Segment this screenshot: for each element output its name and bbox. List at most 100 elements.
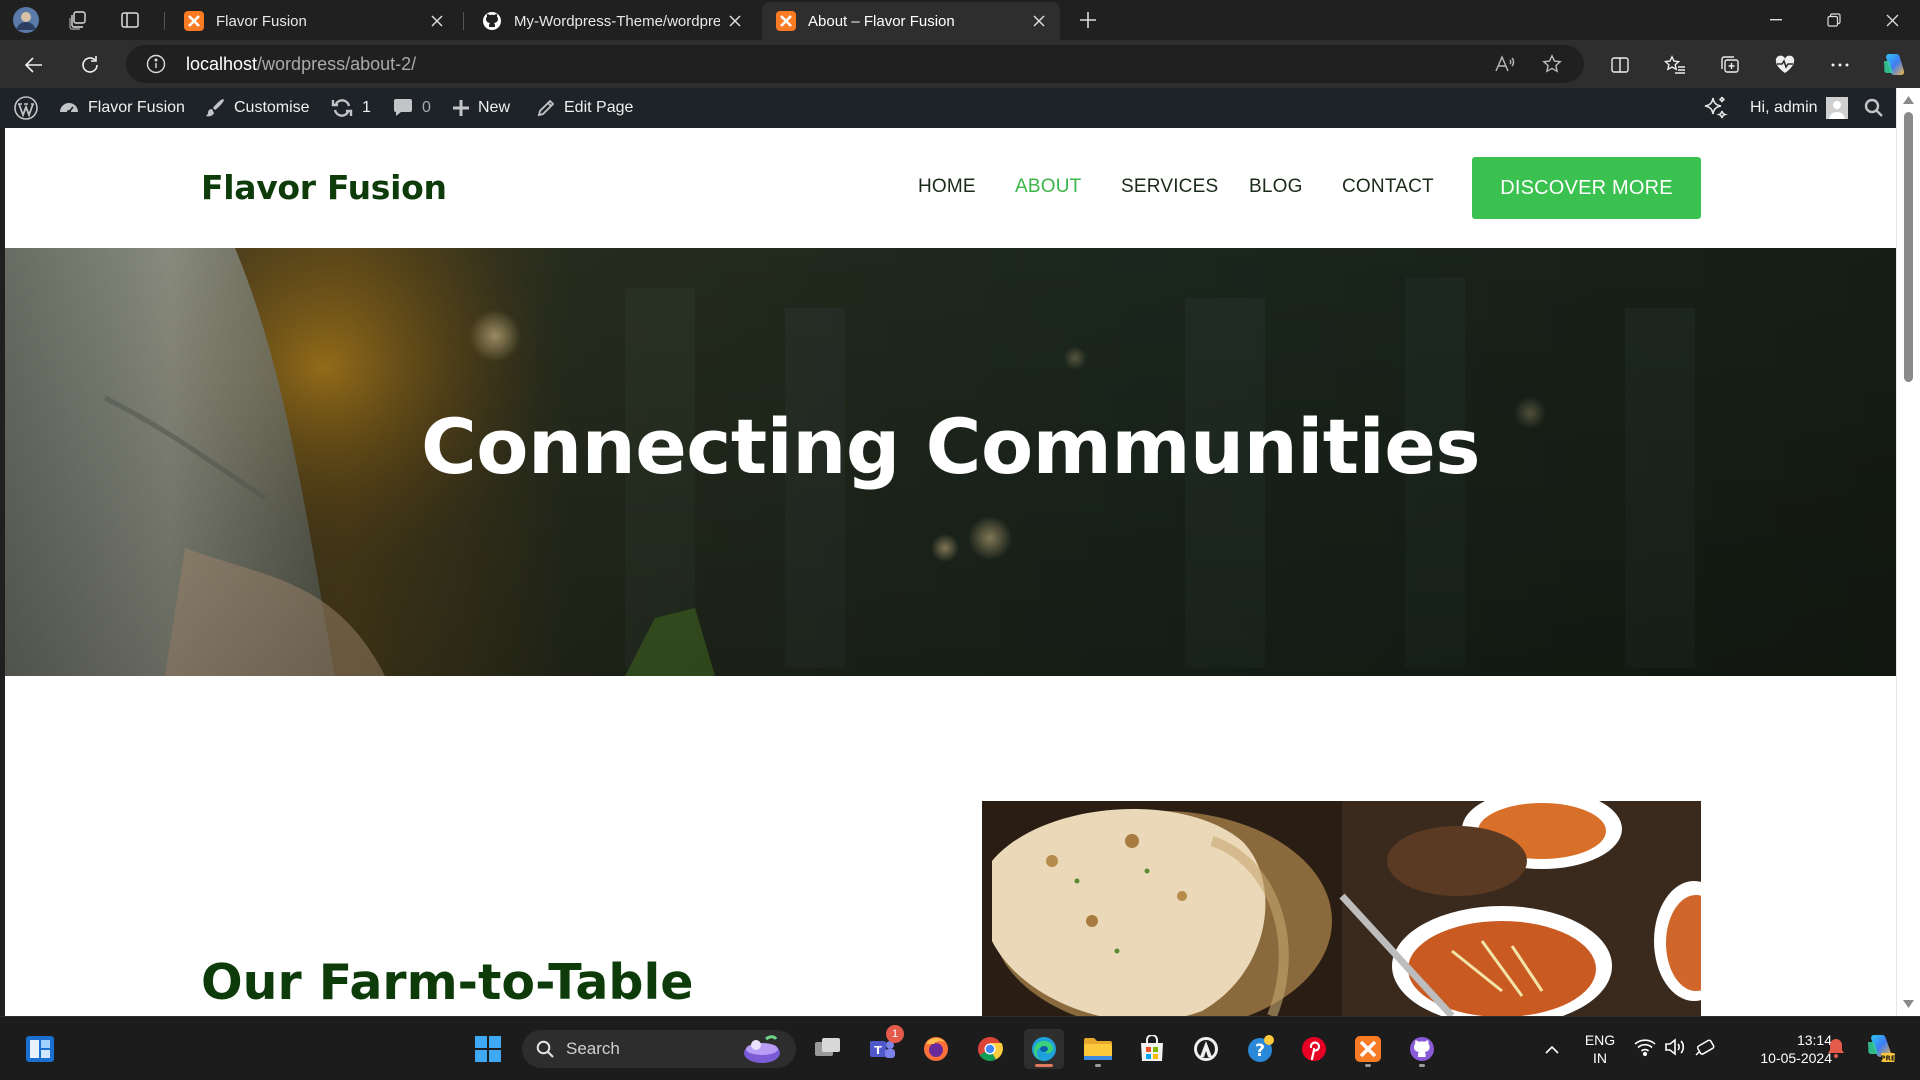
teams-badge: 1 bbox=[886, 1025, 904, 1043]
site-header: Flavor Fusion HOME ABOUT SERVICES BLOG C… bbox=[5, 128, 1896, 248]
ai-sparkle-icon[interactable] bbox=[1702, 88, 1736, 128]
copilot-icon[interactable] bbox=[1878, 49, 1910, 81]
page-viewport: Flavor Fusion HOME ABOUT SERVICES BLOG C… bbox=[5, 128, 1896, 1016]
file-explorer-icon[interactable] bbox=[1078, 1029, 1118, 1069]
menu-item-services[interactable]: SERVICES bbox=[1121, 176, 1218, 198]
back-icon[interactable] bbox=[18, 49, 50, 81]
user-avatar bbox=[1825, 97, 1848, 119]
close-tab-icon[interactable] bbox=[428, 12, 446, 30]
input-language[interactable]: ENG IN bbox=[1582, 1031, 1618, 1067]
taskbar-search-box[interactable]: Search bbox=[522, 1030, 796, 1068]
admin-customise[interactable]: Customise bbox=[204, 88, 310, 128]
discover-more-button[interactable]: DISCOVER MORE bbox=[1472, 157, 1701, 219]
admin-comments[interactable]: 0 bbox=[392, 88, 431, 128]
favorite-star-icon[interactable] bbox=[1542, 54, 1562, 79]
browser-tab-strip: Flavor Fusion My-Wordpress-Theme/wordpre… bbox=[0, 0, 1920, 40]
widgets-icon[interactable] bbox=[20, 1029, 60, 1069]
menu-item-contact[interactable]: CONTACT bbox=[1342, 176, 1434, 198]
tab-title: My-Wordpress-Theme/wordpres bbox=[514, 12, 720, 30]
read-aloud-icon[interactable] bbox=[1494, 54, 1516, 79]
wp-admin-bar: Flavor Fusion Customise 1 0 New Edit Pag… bbox=[0, 88, 1896, 128]
edge-icon[interactable] bbox=[1024, 1029, 1064, 1069]
close-tab-icon[interactable] bbox=[1030, 12, 1048, 30]
search-icon bbox=[536, 1040, 554, 1058]
admin-edit-page[interactable]: Edit Page bbox=[536, 88, 633, 128]
section-heading: Our Farm-to-Table bbox=[201, 954, 694, 1011]
close-window-icon[interactable] bbox=[1864, 0, 1920, 40]
svg-text:T: T bbox=[874, 1044, 882, 1057]
tab-github-repo[interactable]: My-Wordpress-Theme/wordpres bbox=[468, 2, 756, 40]
app-icon[interactable] bbox=[1186, 1029, 1226, 1069]
new-tab-icon[interactable] bbox=[1074, 6, 1102, 34]
admin-search-icon[interactable] bbox=[1864, 88, 1892, 128]
admin-updates[interactable]: 1 bbox=[330, 88, 371, 128]
menu-item-about[interactable]: ABOUT bbox=[1015, 176, 1081, 198]
search-label: Search bbox=[566, 1039, 620, 1058]
volume-icon[interactable] bbox=[1664, 1037, 1686, 1060]
tab-title: Flavor Fusion bbox=[216, 12, 307, 30]
menu-item-home[interactable]: HOME bbox=[918, 176, 976, 198]
page-scrollbar[interactable] bbox=[1896, 88, 1920, 1016]
xampp-icon bbox=[776, 11, 796, 31]
vertical-tabs-icon[interactable] bbox=[116, 6, 144, 34]
scroll-up-icon[interactable] bbox=[1903, 96, 1914, 104]
paintbrush-icon bbox=[206, 99, 224, 117]
admin-site-name[interactable]: Flavor Fusion bbox=[58, 88, 185, 128]
updates-icon bbox=[331, 99, 353, 117]
scroll-thumb[interactable] bbox=[1904, 112, 1913, 382]
collections-icon[interactable] bbox=[1714, 49, 1746, 81]
notifications-bell-icon[interactable] bbox=[1826, 1037, 1846, 1062]
microsoft-store-icon[interactable] bbox=[1132, 1029, 1172, 1069]
firefox-icon[interactable] bbox=[916, 1029, 956, 1069]
search-highlight-icon bbox=[744, 1035, 780, 1063]
xampp-icon[interactable] bbox=[1348, 1029, 1388, 1069]
windows-taskbar: Search T 1 ? ENG IN 13:14 10-05-2024 PRE bbox=[0, 1016, 1920, 1080]
windows-start-icon[interactable] bbox=[468, 1029, 508, 1069]
site-title[interactable]: Flavor Fusion bbox=[201, 168, 447, 207]
site-info-icon[interactable] bbox=[146, 54, 166, 79]
copilot-taskbar-icon[interactable]: PRE bbox=[1864, 1033, 1896, 1066]
plus-icon bbox=[453, 100, 469, 116]
tab-flavor-fusion[interactable]: Flavor Fusion bbox=[170, 2, 458, 40]
xampp-icon bbox=[184, 11, 204, 31]
reload-icon[interactable] bbox=[74, 49, 106, 81]
close-tab-icon[interactable] bbox=[726, 12, 744, 30]
url-text[interactable]: localhost/wordpress/about-2/ bbox=[186, 54, 416, 75]
task-view-icon[interactable] bbox=[808, 1029, 848, 1069]
workspaces-icon[interactable] bbox=[64, 6, 92, 34]
favorites-icon[interactable] bbox=[1659, 49, 1691, 81]
menu-item-blog[interactable]: BLOG bbox=[1249, 176, 1303, 198]
system-clock[interactable]: 13:14 10-05-2024 bbox=[1736, 1031, 1832, 1067]
wifi-icon[interactable] bbox=[1634, 1037, 1656, 1060]
teams-icon[interactable]: T 1 bbox=[862, 1025, 904, 1069]
naan-and-curry-image bbox=[982, 801, 1701, 1016]
restore-icon[interactable] bbox=[1806, 0, 1862, 40]
more-menu-icon[interactable] bbox=[1824, 49, 1856, 81]
split-screen-icon[interactable] bbox=[1604, 49, 1636, 81]
comment-bubble-icon bbox=[394, 99, 412, 116]
github-desktop-icon[interactable] bbox=[1402, 1029, 1442, 1069]
wordpress-logo-icon[interactable] bbox=[14, 88, 46, 128]
pencil-icon bbox=[537, 99, 555, 117]
show-hidden-icons-icon[interactable] bbox=[1532, 1029, 1572, 1069]
admin-new[interactable]: New bbox=[452, 88, 510, 128]
svg-text:?: ? bbox=[1255, 1041, 1265, 1061]
browser-toolbar: localhost/wordpress/about-2/ bbox=[0, 40, 1920, 88]
admin-account[interactable]: Hi, admin bbox=[1750, 88, 1856, 128]
github-icon bbox=[483, 12, 501, 30]
minimize-icon[interactable] bbox=[1748, 0, 1804, 40]
tab-title: About – Flavor Fusion bbox=[808, 12, 955, 30]
battery-charging-icon[interactable] bbox=[1694, 1037, 1716, 1060]
scroll-down-icon[interactable] bbox=[1903, 1000, 1914, 1008]
profile-avatar[interactable] bbox=[12, 6, 40, 34]
tab-about-flavor-fusion[interactable]: About – Flavor Fusion bbox=[762, 2, 1060, 40]
chrome-icon[interactable] bbox=[970, 1029, 1010, 1069]
address-bar[interactable]: localhost/wordpress/about-2/ bbox=[126, 45, 1584, 83]
help-icon[interactable]: ? bbox=[1240, 1029, 1280, 1069]
hero-title: Connecting Communities bbox=[421, 402, 1480, 491]
dashboard-icon bbox=[60, 103, 78, 114]
browser-essentials-icon[interactable] bbox=[1769, 49, 1801, 81]
hero-banner: Connecting Communities bbox=[5, 248, 1896, 676]
svg-text:PRE: PRE bbox=[1880, 1055, 1896, 1063]
pinterest-icon[interactable] bbox=[1294, 1029, 1334, 1069]
